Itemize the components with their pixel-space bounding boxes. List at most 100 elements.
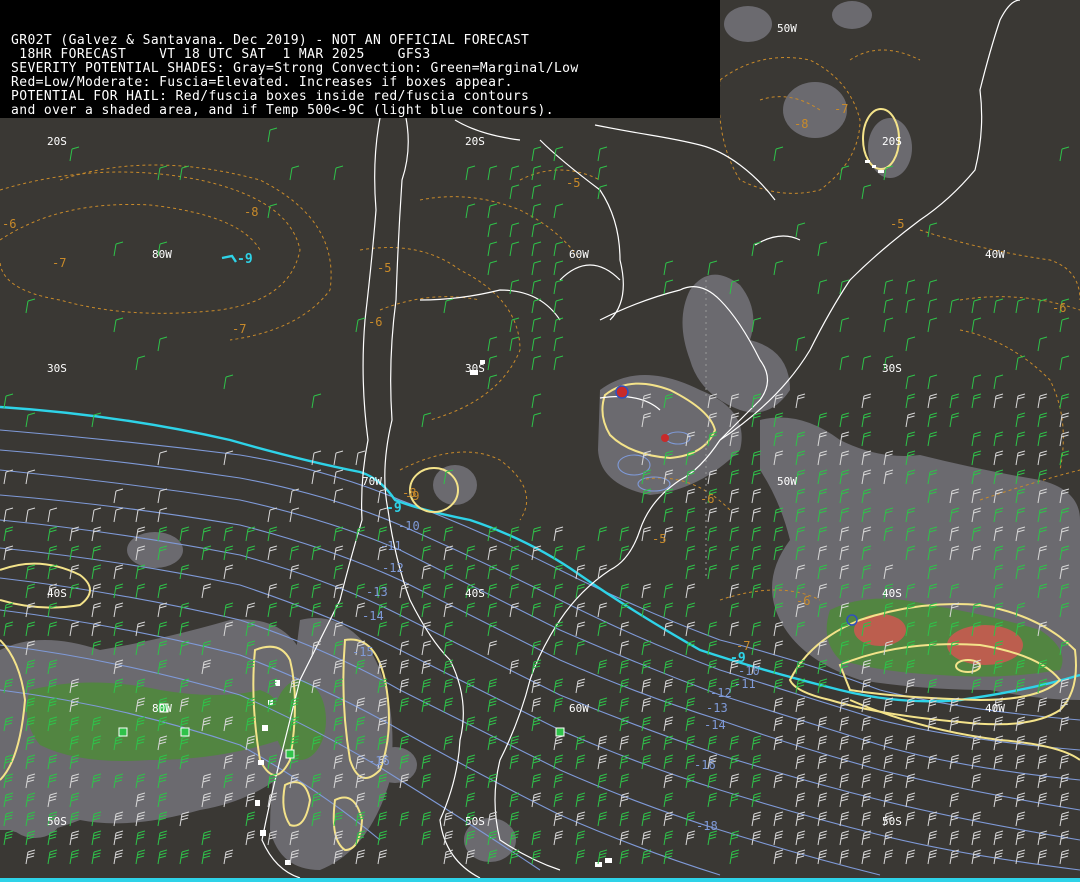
wind-barb [531,602,542,618]
wind-barb [487,602,498,618]
wind-barb [553,260,564,276]
lat-label: 30S [882,362,902,375]
wind-barb [707,545,718,561]
wind-barb [487,374,498,390]
wind-barb [69,583,80,599]
wind-barb [1015,412,1026,428]
wind-barb [861,412,872,428]
wind-barb [487,355,498,371]
wind-barb [619,773,630,789]
wind-barb [707,773,718,789]
wind-barb [597,792,608,808]
lat-label: 20S [882,135,902,148]
wind-barb [377,621,388,637]
wind-barb [25,564,36,580]
wind-barb [333,450,344,466]
lon-label: 60W [569,702,589,715]
wind-barb [641,849,652,865]
wind-barb [685,602,696,618]
wind-barb [861,393,872,409]
wind-barb [751,317,762,333]
wind-barb [817,830,828,846]
contour-label: -16 [694,758,716,772]
wind-barb [663,792,674,808]
wind-barb [553,754,564,770]
green-box-marker [555,727,565,737]
wind-barb [839,412,850,428]
wind-barb [861,830,872,846]
wind-barb [1059,431,1070,447]
wind-barb [663,849,674,865]
wind-barb [839,849,850,865]
wind-barb [861,792,872,808]
wind-barb [135,355,146,371]
wind-barb [839,716,850,732]
wind-barb [927,849,938,865]
wind-barb [861,735,872,751]
wind-barb [597,773,608,789]
wind-barb [267,127,278,143]
wind-barb [487,165,498,181]
wind-barb [91,830,102,846]
wind-barb [157,849,168,865]
contour-label: -18 [696,819,718,833]
wind-barb [839,792,850,808]
wind-barb [905,811,916,827]
wind-barb [839,317,850,333]
wind-barb [729,602,740,618]
wind-barb [245,811,256,827]
wind-barb [619,640,630,656]
wind-barb [575,792,586,808]
wind-barb [69,545,80,561]
wind-barb [751,526,762,542]
wind-barb [223,526,234,542]
wind-barb [927,374,938,390]
wind-barb [729,849,740,865]
wind-barb [707,260,718,276]
wind-barb [971,317,982,333]
wind-barb [817,716,828,732]
wind-barb [883,754,894,770]
contour-label: -6 [796,594,810,608]
wind-barb [817,241,828,257]
green-box-marker [180,727,190,737]
wind-barb [531,773,542,789]
wind-barb [421,412,432,428]
wind-barb [421,564,432,580]
wind-barb [1015,431,1026,447]
lat-label: 30S [47,362,67,375]
wind-barb [993,393,1004,409]
wind-barb [971,849,982,865]
wind-barb [25,621,36,637]
wind-barb [597,754,608,770]
contour-label: -15 [352,645,374,659]
wind-barb [3,602,14,618]
wind-barb [531,716,542,732]
wind-barb [443,697,454,713]
wind-barb [113,830,124,846]
wind-barb [553,678,564,694]
contour-label: -12 [382,561,404,575]
wind-barb [355,849,366,865]
wind-barb [861,849,872,865]
wind-barb [1015,811,1026,827]
wind-barb [553,203,564,219]
wind-barb [883,317,894,333]
lat-label: 50S [47,815,67,828]
wind-barb [113,602,124,618]
wind-barb [91,849,102,865]
wind-barb [619,659,630,675]
wind-barb [773,621,784,637]
lon-label: 50W [777,475,797,488]
wind-barb [993,735,1004,751]
wind-barb [25,849,36,865]
wind-barb [47,849,58,865]
wind-barb [223,564,234,580]
wind-barb [157,830,168,846]
wind-barb [663,678,674,694]
wind-barb [883,773,894,789]
wind-barb [839,735,850,751]
contour-label: -12 [710,686,732,700]
wind-barb [685,735,696,751]
wind-barb [795,830,806,846]
